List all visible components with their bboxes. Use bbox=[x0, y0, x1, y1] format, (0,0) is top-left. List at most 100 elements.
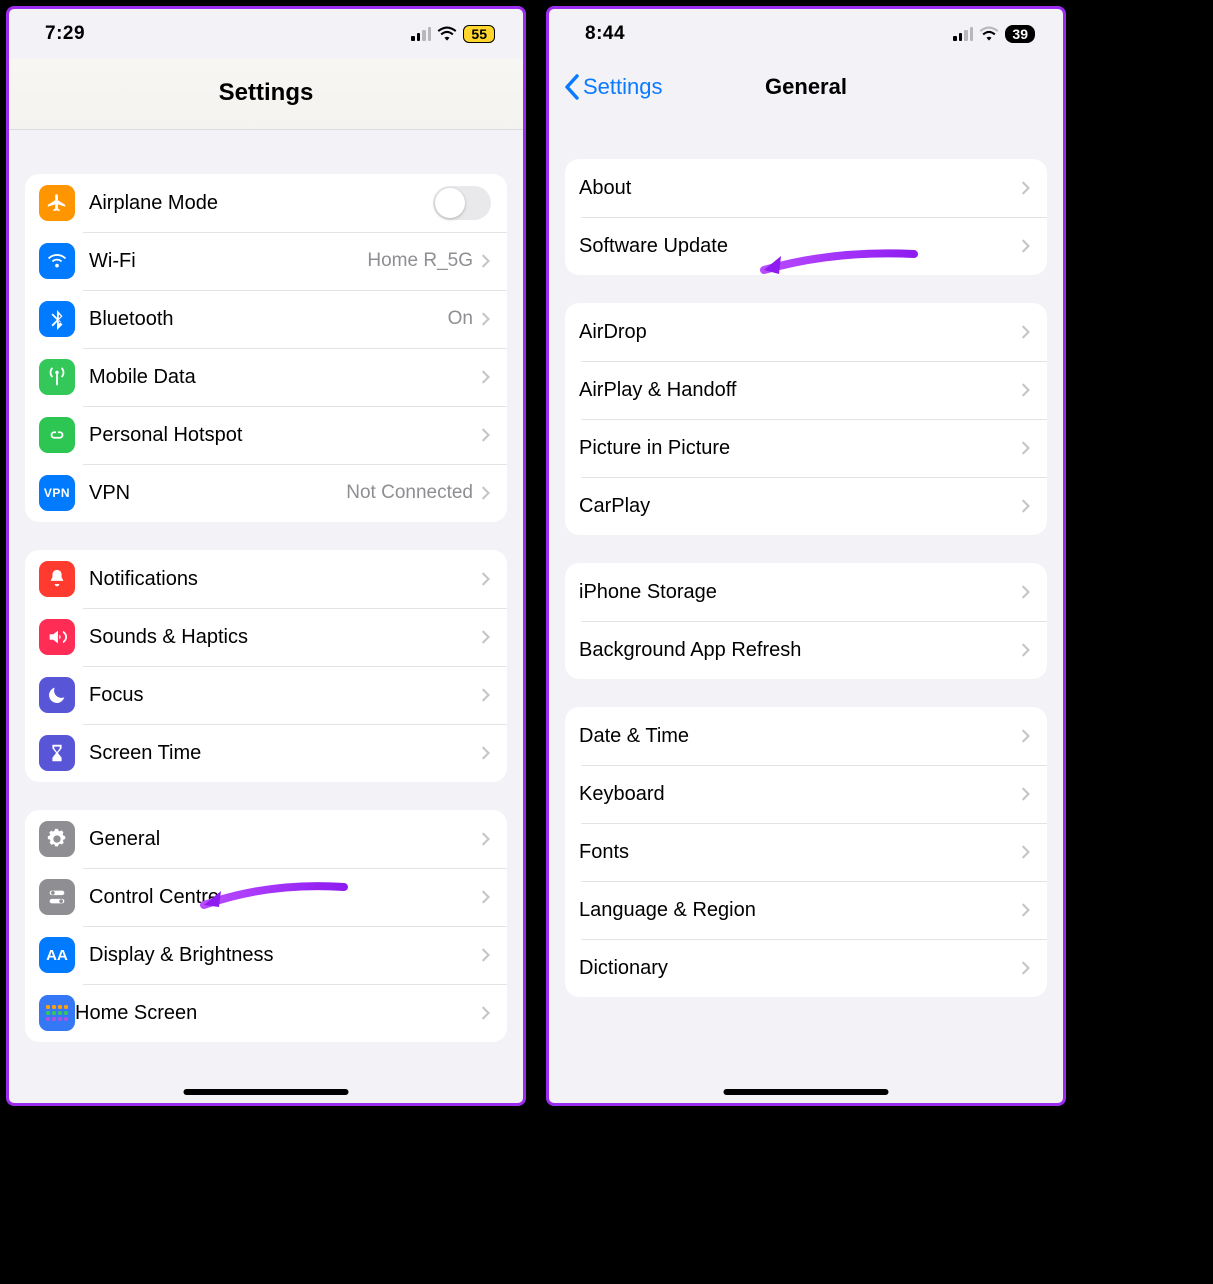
chevron-right-icon bbox=[1021, 728, 1031, 744]
nav-bar: Settings General bbox=[549, 59, 1063, 119]
chevron-right-icon bbox=[1021, 324, 1031, 340]
general-row-fonts[interactable]: Fonts bbox=[565, 823, 1047, 881]
gear-icon bbox=[39, 821, 75, 857]
chevron-right-icon bbox=[1021, 238, 1031, 254]
wifi-icon bbox=[979, 26, 999, 42]
general-row-iphone-storage[interactable]: iPhone Storage bbox=[565, 563, 1047, 621]
chevron-right-icon bbox=[1021, 498, 1031, 514]
row-label: Language & Region bbox=[579, 899, 1021, 922]
row-label: Mobile Data bbox=[89, 366, 481, 389]
settings-row-notifications[interactable]: Notifications bbox=[25, 550, 507, 608]
cellular-signal-icon bbox=[411, 27, 431, 41]
general-row-picture-in-picture[interactable]: Picture in Picture bbox=[565, 419, 1047, 477]
text-size-icon: AA bbox=[39, 937, 75, 973]
antenna-icon bbox=[39, 359, 75, 395]
hourglass-icon bbox=[39, 735, 75, 771]
status-bar: 7:29 55 bbox=[9, 9, 523, 59]
battery-badge: 55 bbox=[463, 25, 495, 43]
airplane-mode-switch[interactable] bbox=[433, 186, 491, 220]
chevron-right-icon bbox=[481, 571, 491, 587]
general-row-carplay[interactable]: CarPlay bbox=[565, 477, 1047, 535]
cellular-signal-icon bbox=[953, 27, 973, 41]
row-label: Home Screen bbox=[75, 1002, 481, 1025]
row-label: Dictionary bbox=[579, 957, 1021, 980]
row-label: Screen Time bbox=[89, 742, 481, 765]
general-row-software-update[interactable]: Software Update bbox=[565, 217, 1047, 275]
chevron-right-icon bbox=[481, 1005, 491, 1021]
general-row-keyboard[interactable]: Keyboard bbox=[565, 765, 1047, 823]
status-bar: 8:44 39 bbox=[549, 9, 1063, 59]
chevron-right-icon bbox=[481, 629, 491, 645]
settings-row-screen-time[interactable]: Screen Time bbox=[25, 724, 507, 782]
vpn-icon: VPN bbox=[39, 475, 75, 511]
settings-row-mobile-data[interactable]: Mobile Data bbox=[25, 348, 507, 406]
bell-icon bbox=[39, 561, 75, 597]
chevron-right-icon bbox=[481, 947, 491, 963]
row-label: Airplane Mode bbox=[89, 192, 433, 215]
row-label: Fonts bbox=[579, 841, 1021, 864]
general-row-language-region[interactable]: Language & Region bbox=[565, 881, 1047, 939]
general-row-airplay-handoff[interactable]: AirPlay & Handoff bbox=[565, 361, 1047, 419]
settings-row-control-centre[interactable]: Control Centre bbox=[25, 868, 507, 926]
settings-row-vpn[interactable]: VPN VPN Not Connected bbox=[25, 464, 507, 522]
row-label: AirDrop bbox=[579, 321, 1021, 344]
general-group-airdrop: AirDrop AirPlay & Handoff Picture in Pic… bbox=[565, 303, 1047, 535]
chevron-right-icon bbox=[481, 831, 491, 847]
home-screen-icon bbox=[39, 995, 75, 1031]
chevron-right-icon bbox=[1021, 382, 1031, 398]
row-label: Keyboard bbox=[579, 783, 1021, 806]
chevron-right-icon bbox=[481, 745, 491, 761]
row-label: Sounds & Haptics bbox=[89, 626, 481, 649]
settings-row-personal-hotspot[interactable]: Personal Hotspot bbox=[25, 406, 507, 464]
row-value: On bbox=[448, 308, 473, 330]
chevron-right-icon bbox=[1021, 642, 1031, 658]
settings-row-airplane-mode[interactable]: Airplane Mode bbox=[25, 174, 507, 232]
chevron-right-icon bbox=[1021, 960, 1031, 976]
row-label: AirPlay & Handoff bbox=[579, 379, 1021, 402]
chevron-right-icon bbox=[1021, 786, 1031, 802]
chevron-right-icon bbox=[481, 485, 491, 501]
general-row-airdrop[interactable]: AirDrop bbox=[565, 303, 1047, 361]
settings-group-general: General Control Centre AA Display & Brig… bbox=[25, 810, 507, 1042]
moon-icon bbox=[39, 677, 75, 713]
chevron-right-icon bbox=[481, 687, 491, 703]
home-indicator[interactable] bbox=[724, 1089, 889, 1095]
chevron-left-icon bbox=[563, 73, 581, 101]
settings-row-wifi[interactable]: Wi-Fi Home R_5G bbox=[25, 232, 507, 290]
chevron-right-icon bbox=[481, 889, 491, 905]
settings-row-bluetooth[interactable]: Bluetooth On bbox=[25, 290, 507, 348]
general-row-dictionary[interactable]: Dictionary bbox=[565, 939, 1047, 997]
general-row-about[interactable]: About bbox=[565, 159, 1047, 217]
row-label: Display & Brightness bbox=[89, 944, 481, 967]
airplane-icon bbox=[39, 185, 75, 221]
row-label: Control Centre bbox=[89, 886, 481, 909]
row-label: Focus bbox=[89, 684, 481, 707]
general-group-storage: iPhone Storage Background App Refresh bbox=[565, 563, 1047, 679]
speaker-icon bbox=[39, 619, 75, 655]
chevron-right-icon bbox=[1021, 584, 1031, 600]
settings-row-focus[interactable]: Focus bbox=[25, 666, 507, 724]
chevron-right-icon bbox=[1021, 844, 1031, 860]
home-indicator[interactable] bbox=[184, 1089, 349, 1095]
settings-row-sounds-haptics[interactable]: Sounds & Haptics bbox=[25, 608, 507, 666]
general-row-background-app-refresh[interactable]: Background App Refresh bbox=[565, 621, 1047, 679]
settings-row-general[interactable]: General bbox=[25, 810, 507, 868]
row-label: About bbox=[579, 177, 1021, 200]
row-label: Software Update bbox=[579, 235, 1021, 258]
chevron-right-icon bbox=[481, 427, 491, 443]
bluetooth-icon bbox=[39, 301, 75, 337]
row-label: General bbox=[89, 828, 481, 851]
toggles-icon bbox=[39, 879, 75, 915]
chevron-right-icon bbox=[481, 369, 491, 385]
settings-group-notifications: Notifications Sounds & Haptics Focus bbox=[25, 550, 507, 782]
row-label: Bluetooth bbox=[89, 308, 448, 331]
settings-row-home-screen[interactable]: Home Screen bbox=[25, 984, 507, 1042]
chevron-right-icon bbox=[481, 311, 491, 327]
wifi-icon bbox=[437, 26, 457, 42]
back-button[interactable]: Settings bbox=[563, 73, 663, 101]
row-label: Background App Refresh bbox=[579, 639, 1021, 662]
row-label: Wi-Fi bbox=[89, 250, 367, 273]
row-label: VPN bbox=[89, 482, 346, 505]
general-row-date-time[interactable]: Date & Time bbox=[565, 707, 1047, 765]
settings-row-display-brightness[interactable]: AA Display & Brightness bbox=[25, 926, 507, 984]
